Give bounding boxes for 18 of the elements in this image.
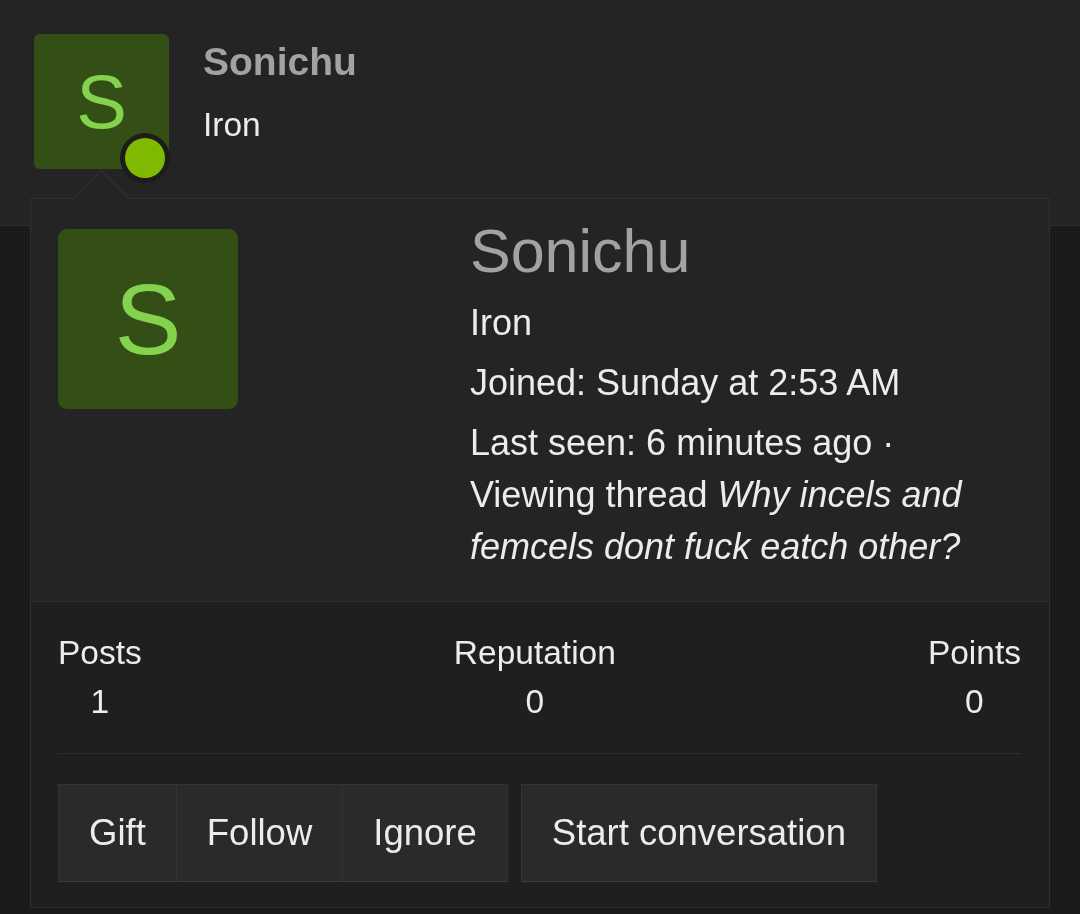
stat-label: Points xyxy=(927,633,1021,673)
action-button[interactable]: Gift xyxy=(58,784,177,882)
username-link[interactable]: Sonichu xyxy=(203,34,357,90)
stat-label: Reputation xyxy=(453,633,616,673)
joined-date: Joined: Sunday at 2:53 AM xyxy=(470,361,901,405)
stat-value: 0 xyxy=(525,682,545,722)
action-button[interactable]: Follow xyxy=(175,784,344,882)
profile-rank: Iron xyxy=(470,301,533,345)
profile-avatar[interactable]: S xyxy=(58,229,238,409)
stat-value: 1 xyxy=(90,682,110,722)
user-rank: Iron xyxy=(203,105,261,145)
action-button[interactable]: Start conversation xyxy=(520,784,877,882)
user-avatar[interactable]: S xyxy=(34,34,169,169)
last-seen-text: Last seen: 6 minutes ago · Viewing thread Why incels and femcels dont fuck eatch other? xyxy=(470,421,964,569)
stat-value: 0 xyxy=(965,682,984,722)
profile-username[interactable]: Sonichu xyxy=(470,221,691,281)
action-button[interactable]: Ignore xyxy=(342,784,508,882)
stat-label: Posts xyxy=(58,633,142,673)
